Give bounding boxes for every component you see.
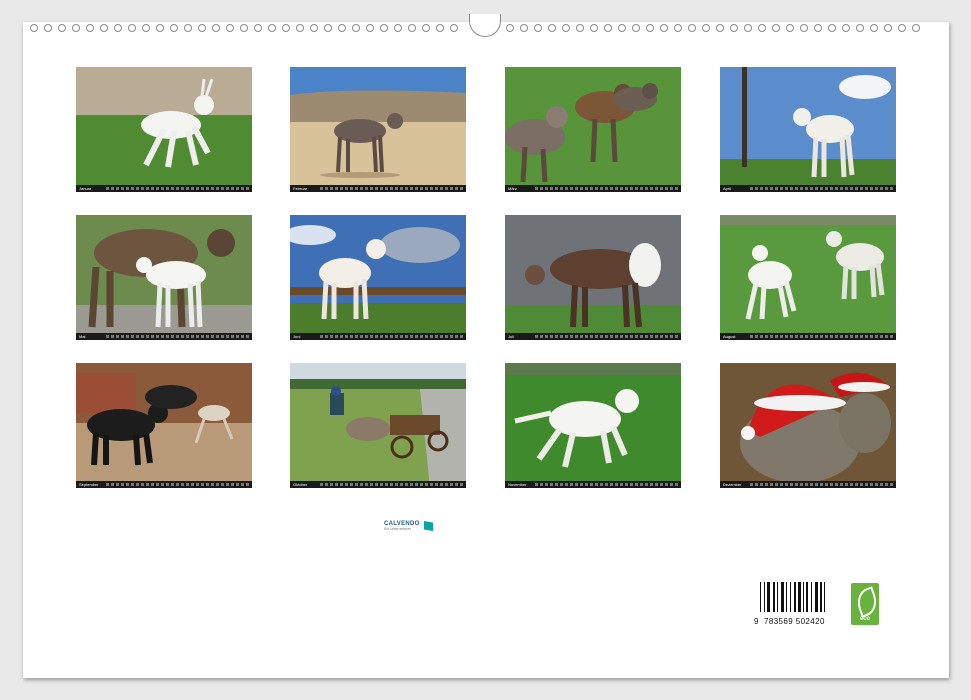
- binding-ring: [618, 24, 626, 32]
- binding-ring: [870, 24, 878, 32]
- month-thumbnail-juli[interactable]: Juli: [505, 215, 681, 340]
- binding-ring: [422, 24, 430, 32]
- binding-ring: [660, 24, 668, 32]
- binding-ring: [436, 24, 444, 32]
- binding-ring: [296, 24, 304, 32]
- binding-ring: [156, 24, 164, 32]
- month-label: Oktober: [293, 482, 308, 487]
- binding-ring: [128, 24, 136, 32]
- binding-ring: [506, 24, 514, 32]
- binding-ring: [898, 24, 906, 32]
- month-thumbnail-januar[interactable]: Januar: [76, 67, 252, 192]
- binding-ring: [688, 24, 696, 32]
- leaf-icon: [853, 586, 881, 618]
- binding-ring: [282, 24, 290, 32]
- binding-ring: [170, 24, 178, 32]
- binding-ring: [772, 24, 780, 32]
- binding-ring: [674, 24, 682, 32]
- binding-ring: [632, 24, 640, 32]
- month-thumbnail-august[interactable]: August: [720, 215, 896, 340]
- binding-ring: [114, 24, 122, 32]
- binding-ring: [604, 24, 612, 32]
- month-thumbnail-maerz[interactable]: März: [505, 67, 681, 192]
- binding-ring: [394, 24, 402, 32]
- binding-ring: [702, 24, 710, 32]
- month-thumbnail-april[interactable]: April: [720, 67, 896, 192]
- binding-ring: [590, 24, 598, 32]
- binding-ring: [226, 24, 234, 32]
- binding-ring: [450, 24, 458, 32]
- binding-ring: [646, 24, 654, 32]
- publisher-tagline: Ein Unternehmen: [384, 527, 412, 531]
- binding-ring: [786, 24, 794, 32]
- binding-ring: [842, 24, 850, 32]
- binding-ring: [212, 24, 220, 32]
- binding-ring: [814, 24, 822, 32]
- binding-ring: [58, 24, 66, 32]
- barcode-bars: [760, 582, 832, 612]
- month-thumbnail-juni[interactable]: Juni: [290, 215, 466, 340]
- calvendo-mark-icon: [424, 521, 433, 531]
- binding-ring: [240, 24, 248, 32]
- binding-ring: [184, 24, 192, 32]
- binding-ring: [380, 24, 388, 32]
- binding-ring: [884, 24, 892, 32]
- month-label: April: [723, 186, 732, 191]
- month-label: Januar: [79, 186, 92, 191]
- binding-ring: [562, 24, 570, 32]
- binding-ring: [856, 24, 864, 32]
- month-thumbnail-dezember[interactable]: Dezember: [720, 363, 896, 488]
- binding-ring: [198, 24, 206, 32]
- month-thumbnail-november[interactable]: November: [505, 363, 681, 488]
- month-thumbnail-februar[interactable]: Februar: [290, 67, 466, 192]
- binding-ring: [912, 24, 920, 32]
- binding-ring: [534, 24, 542, 32]
- isbn-number: 783569 502420: [764, 617, 825, 626]
- binding-ring: [142, 24, 150, 32]
- binding-ring: [576, 24, 584, 32]
- binding-ring: [520, 24, 528, 32]
- binding-ring: [310, 24, 318, 32]
- binding-ring: [758, 24, 766, 32]
- binding-ring: [324, 24, 332, 32]
- month-label: Juni: [293, 334, 301, 339]
- binding-ring: [366, 24, 374, 32]
- binding-ring: [800, 24, 808, 32]
- binding-ring: [100, 24, 108, 32]
- binding-ring: [352, 24, 360, 32]
- month-thumbnail-oktober[interactable]: Oktober: [290, 363, 466, 488]
- month-label: November: [508, 482, 527, 487]
- binding-ring: [86, 24, 94, 32]
- month-label: Dezember: [723, 482, 742, 487]
- binding-ring: [828, 24, 836, 32]
- month-label: Juli: [508, 334, 515, 339]
- binding-ring: [254, 24, 262, 32]
- month-thumbnail-september[interactable]: September: [76, 363, 252, 488]
- month-label: März: [508, 186, 517, 191]
- binding-ring: [548, 24, 556, 32]
- month-label: August: [723, 334, 736, 339]
- binding-ring: [268, 24, 276, 32]
- calvendo-logo: CALVENDO Ein Unternehmen: [384, 521, 433, 531]
- binding-ring: [44, 24, 52, 32]
- month-label: September: [79, 482, 99, 487]
- binding-ring: [408, 24, 416, 32]
- binding-ring: [338, 24, 346, 32]
- binding-ring: [72, 24, 80, 32]
- month-thumbnail-mai[interactable]: Mai: [76, 215, 252, 340]
- isbn-barcode: [760, 582, 832, 620]
- binding-ring: [730, 24, 738, 32]
- month-label: Mai: [79, 334, 86, 339]
- month-label: Februar: [293, 186, 308, 191]
- isbn-prefix: 9: [754, 617, 759, 626]
- eco-badge: eco: [851, 583, 881, 625]
- binding-ring: [30, 24, 38, 32]
- binding-ring: [716, 24, 724, 32]
- eco-label: eco: [859, 616, 871, 622]
- binding-ring: [744, 24, 752, 32]
